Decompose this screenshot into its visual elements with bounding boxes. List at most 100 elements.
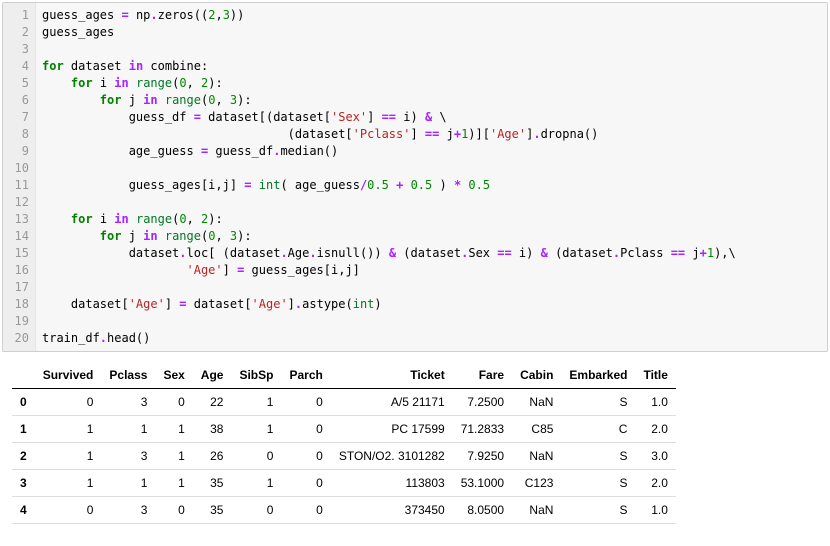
line-number: 16: [5, 262, 29, 279]
df-cell: 0: [231, 443, 281, 470]
code-line[interactable]: [42, 194, 821, 211]
line-number: 5: [5, 75, 29, 92]
code-line[interactable]: guess_ages: [42, 24, 821, 41]
line-number: 4: [5, 58, 29, 75]
line-number: 17: [5, 279, 29, 296]
code-line[interactable]: for i in range(0, 2):: [42, 75, 821, 92]
df-cell: 1.0: [635, 389, 675, 416]
line-number: 12: [5, 194, 29, 211]
df-cell: 0: [155, 389, 192, 416]
df-cell: C123: [512, 470, 561, 497]
df-cell: 3.0: [635, 443, 675, 470]
df-cell: S: [561, 443, 635, 470]
line-number: 20: [5, 330, 29, 347]
code-line[interactable]: age_guess = guess_df.median(): [42, 143, 821, 160]
df-cell: 38: [193, 416, 232, 443]
df-cell: 71.2833: [453, 416, 512, 443]
df-cell: 1: [101, 416, 155, 443]
df-cell: 1: [101, 470, 155, 497]
df-column-header: Age: [193, 362, 232, 389]
code-line[interactable]: [42, 41, 821, 58]
df-cell: 26: [193, 443, 232, 470]
df-cell: NaN: [512, 389, 561, 416]
df-cell: 7.2500: [453, 389, 512, 416]
df-cell: 0: [35, 497, 102, 524]
df-cell: 1: [231, 416, 281, 443]
line-number: 11: [5, 177, 29, 194]
df-cell: 8.0500: [453, 497, 512, 524]
df-column-header: Title: [635, 362, 675, 389]
line-number: 2: [5, 24, 29, 41]
cell-output: SurvivedPclassSexAgeSibSpParchTicketFare…: [0, 354, 830, 524]
line-number: 18: [5, 296, 29, 313]
df-cell: 0: [155, 497, 192, 524]
code-line[interactable]: for i in range(0, 2):: [42, 211, 821, 228]
df-cell: 0: [281, 389, 330, 416]
code-line[interactable]: guess_ages[i,j] = int( age_guess/0.5 + 0…: [42, 177, 821, 194]
table-row: 3111351011380353.1000C123S2.0: [12, 470, 676, 497]
code-line[interactable]: train_df.head(): [42, 330, 821, 347]
df-cell: 22: [193, 389, 232, 416]
df-row-index: 0: [12, 389, 35, 416]
df-cell: S: [561, 389, 635, 416]
df-cell: 0: [281, 416, 330, 443]
df-cell: 3: [101, 497, 155, 524]
code-line[interactable]: [42, 279, 821, 296]
code-line[interactable]: [42, 160, 821, 177]
df-cell: S: [561, 497, 635, 524]
df-cell: NaN: [512, 497, 561, 524]
df-cell: S: [561, 470, 635, 497]
code-line[interactable]: (dataset['Pclass'] == j+1)]['Age'].dropn…: [42, 126, 821, 143]
df-cell: 1.0: [635, 497, 675, 524]
df-cell: 2.0: [635, 416, 675, 443]
df-column-header: Parch: [281, 362, 330, 389]
df-cell: 0: [35, 389, 102, 416]
line-number-gutter: 1234567891011121314151617181920: [3, 3, 36, 351]
df-cell: 113803: [331, 470, 453, 497]
df-cell: 1: [35, 443, 102, 470]
df-cell: A/5 21171: [331, 389, 453, 416]
code-line[interactable]: for dataset in combine:: [42, 58, 821, 75]
table-row: 403035003734508.0500NaNS1.0: [12, 497, 676, 524]
df-cell: PC 17599: [331, 416, 453, 443]
code-line[interactable]: guess_df = dataset[(dataset['Sex'] == i)…: [42, 109, 821, 126]
df-column-header: Embarked: [561, 362, 635, 389]
code-cell[interactable]: 1234567891011121314151617181920 guess_ag…: [2, 2, 828, 352]
table-row: 21312600STON/O2. 31012827.9250NaNS3.0: [12, 443, 676, 470]
df-row-index: 4: [12, 497, 35, 524]
df-cell: 1: [155, 443, 192, 470]
code-editor[interactable]: guess_ages = np.zeros((2,3))guess_ages f…: [36, 3, 827, 351]
line-number: 13: [5, 211, 29, 228]
df-row-index: 3: [12, 470, 35, 497]
df-cell: 53.1000: [453, 470, 512, 497]
code-line[interactable]: guess_ages = np.zeros((2,3)): [42, 7, 821, 24]
df-cell: 7.9250: [453, 443, 512, 470]
line-number: 9: [5, 143, 29, 160]
df-row-index: 1: [12, 416, 35, 443]
code-line[interactable]: for j in range(0, 3):: [42, 228, 821, 245]
code-line[interactable]: dataset['Age'] = dataset['Age'].astype(i…: [42, 296, 821, 313]
df-cell: 1: [35, 470, 102, 497]
df-column-header: Fare: [453, 362, 512, 389]
line-number: 6: [5, 92, 29, 109]
df-column-header: Ticket: [331, 362, 453, 389]
code-line[interactable]: dataset.loc[ (dataset.Age.isnull()) & (d…: [42, 245, 821, 262]
code-line[interactable]: 'Age'] = guess_ages[i,j]: [42, 262, 821, 279]
code-line[interactable]: for j in range(0, 3):: [42, 92, 821, 109]
df-column-header: Sex: [155, 362, 192, 389]
line-number: 3: [5, 41, 29, 58]
df-column-header: Pclass: [101, 362, 155, 389]
df-cell: 1: [155, 470, 192, 497]
code-line[interactable]: [42, 313, 821, 330]
df-cell: 373450: [331, 497, 453, 524]
line-number: 10: [5, 160, 29, 177]
df-cell: 2.0: [635, 470, 675, 497]
df-cell: 0: [281, 443, 330, 470]
df-column-header: Survived: [35, 362, 102, 389]
df-cell: 0: [231, 497, 281, 524]
df-cell: 0: [281, 497, 330, 524]
df-cell: 35: [193, 497, 232, 524]
df-cell: 1: [231, 389, 281, 416]
df-cell: C85: [512, 416, 561, 443]
df-cell: 3: [101, 389, 155, 416]
